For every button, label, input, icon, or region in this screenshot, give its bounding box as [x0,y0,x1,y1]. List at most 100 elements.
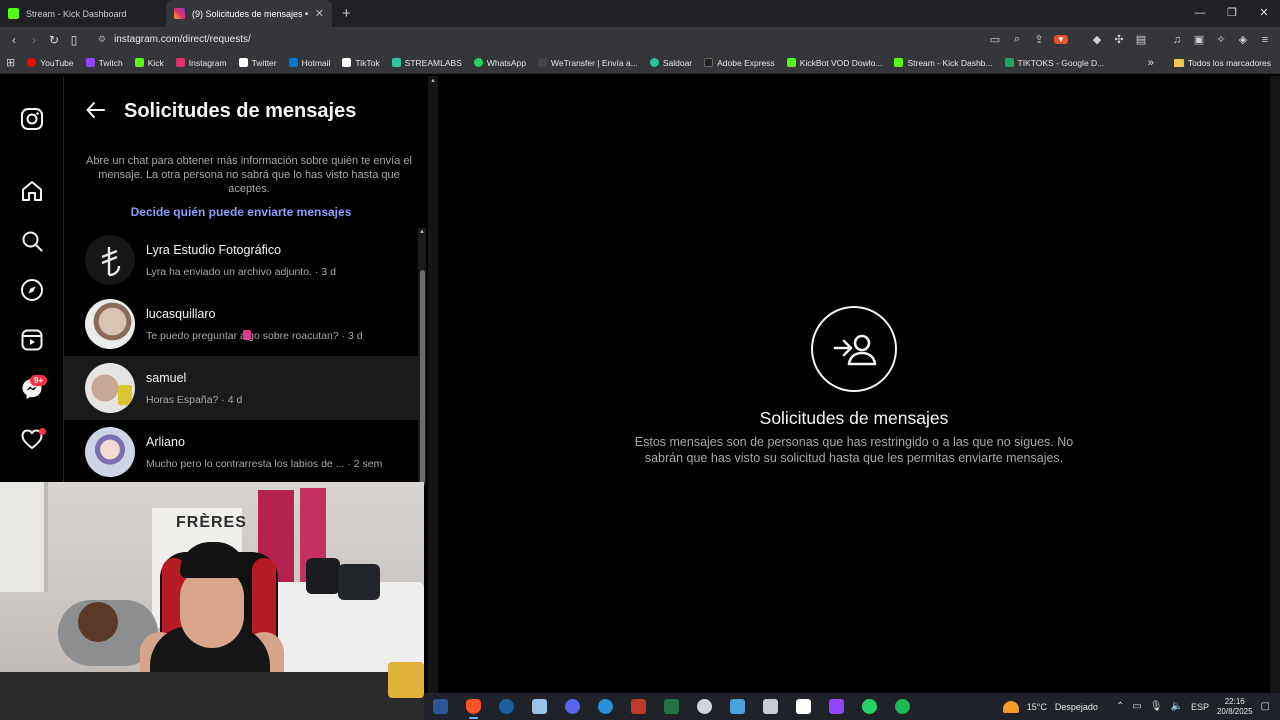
sidebar-icon[interactable]: ▤ [1134,33,1148,46]
taskbar-excel-icon[interactable] [655,693,688,720]
tab-instagram-requests[interactable]: (9) Solicitudes de mensajes • Ch ✕ [166,0,332,27]
taskbar-whatsapp-icon[interactable] [853,693,886,720]
site-settings-icon[interactable]: ⚙ [98,34,106,45]
webcam-desk [0,672,424,720]
scroll-up-icon[interactable]: ▲ [430,78,436,84]
microphone-icon[interactable]: 🎙 [1150,701,1163,712]
media-icon[interactable]: ♫ [1170,34,1184,46]
extensions-puzzle-icon[interactable]: ✣ [1112,33,1126,46]
notifications-icon[interactable]: ▢ [1261,701,1270,712]
bookmark-whatsapp[interactable]: WhatsApp [473,58,526,68]
bookmark-adobe-express[interactable]: Adobe Express [704,58,775,68]
minimize-icon[interactable]: — [1184,0,1216,27]
back-arrow-icon[interactable]: ‹ [4,33,24,47]
bookmark-youtube[interactable]: YouTube [27,58,74,68]
bookmark-tiktok[interactable]: TikTok [342,58,380,68]
network-icon[interactable]: ▭ [1132,701,1141,712]
steam-icon [499,699,514,714]
reels-icon[interactable] [20,328,44,352]
bookmark-instagram[interactable]: Instagram [175,58,227,68]
tab-title: Stream - Kick Dashboard [26,8,127,19]
taskbar-discord-icon[interactable] [556,693,589,720]
bookmark-wetransfer[interactable]: WeTransfer | Envía a... [538,58,638,68]
cast-icon[interactable]: ▭ [988,33,1002,46]
taskbar-app-icon[interactable] [688,693,721,720]
webcam-pillow [306,558,340,594]
instagram-logo-icon[interactable] [20,107,44,131]
chevron-up-icon[interactable]: ⌃ [1116,701,1124,712]
menu-icon[interactable]: ≡ [1258,34,1272,46]
bookmark-twitch[interactable]: Twitch [85,58,123,68]
restore-icon[interactable]: ❐ [1216,0,1248,27]
close-window-icon[interactable]: ✕ [1248,0,1280,27]
page-title: Solicitudes de mensajes [124,100,357,122]
close-tab-icon[interactable]: ✕ [315,7,324,20]
new-tab-button[interactable]: + [342,5,351,22]
bookmark-kick-dashboard[interactable]: Stream - Kick Dashb... [894,58,993,68]
list-item[interactable]: lucasquillaro Te puedo preguntar algo so… [64,292,418,356]
reload-icon[interactable]: ↻ [44,33,64,47]
temperature[interactable]: 15°C [1027,702,1047,712]
taskbar-word-icon[interactable] [424,693,457,720]
taskbar-notes-icon[interactable] [523,693,556,720]
search-icon[interactable] [20,229,44,253]
kick-icon [134,58,144,67]
more-bookmarks-icon[interactable]: » [1148,57,1154,69]
kick-icon [894,58,904,67]
taskbar-capcut-icon[interactable] [589,693,622,720]
list-item[interactable]: Lyra Estudio Fotográfico Lyra ha enviado… [64,228,418,292]
explore-compass-icon[interactable] [20,278,44,302]
bookmark-icon[interactable]: ▯ [64,33,84,47]
bookmark-saldoar[interactable]: Saldoar [649,58,692,68]
taskbar-spotify-icon[interactable] [886,693,919,720]
bookmark-kick[interactable]: Kick [134,58,164,68]
webcam-overlay: FRÈRES [0,482,424,720]
brave-shields-icon[interactable]: ▼ [1054,35,1068,44]
request-name: samuel [146,370,187,385]
home-icon[interactable] [20,179,44,203]
taskbar-capcut-editor-icon[interactable] [787,693,820,720]
scroll-up-icon[interactable]: ▲ [419,229,425,235]
url-field[interactable]: ⚙ instagram.com/direct/requests/ [90,30,990,50]
taskbar-steam-icon[interactable] [490,693,523,720]
bookmark-hotmail[interactable]: Hotmail [288,58,330,68]
weather-text[interactable]: Despejado [1055,702,1098,712]
taskbar-voicemeeter-icon[interactable] [622,693,655,720]
kick-favicon-icon [8,8,19,19]
wallet-icon[interactable]: ▣ [1192,33,1206,46]
list-item[interactable]: samuel Horas España? · 4 d [64,356,418,420]
saldoar-icon [649,58,659,67]
taskbar-files-icon[interactable] [754,693,787,720]
extension-icon[interactable]: ◆ [1090,33,1104,46]
apps-grid-icon[interactable]: ⊞ [6,56,15,69]
leo-ai-icon[interactable]: ✧ [1214,33,1228,46]
vpn-icon[interactable]: ◈ [1236,33,1250,46]
bookmark-streamlabs[interactable]: STREAMLABS [391,58,462,68]
webcam-person-face [180,568,244,648]
share-icon[interactable]: ⇪ [1032,33,1046,46]
volume-icon[interactable]: 🔈 [1170,701,1182,712]
avatar [85,363,135,413]
forward-arrow-icon[interactable]: › [24,33,44,47]
all-bookmarks-folder[interactable]: Todos los marcadores [1173,58,1271,68]
back-arrow-icon[interactable] [84,98,108,122]
list-item[interactable]: Arliano Mucho pero lo contrarresta los l… [64,420,418,484]
taskbar-twitch-studio-icon[interactable] [820,693,853,720]
bookmark-tiktoks-drive[interactable]: TIKTOKS - Google D... [1004,58,1104,68]
right-scrollbar[interactable] [1270,76,1280,698]
tab-kick-dashboard[interactable]: Stream - Kick Dashboard [0,0,166,27]
bookmark-kickbot[interactable]: KickBot VOD Dowlo... [786,58,882,68]
language-indicator[interactable]: ESP [1191,702,1209,712]
requests-circle [811,306,897,392]
clock-date: 20/8/2025 [1216,706,1253,716]
whatsapp-icon [473,58,483,67]
message-controls-link[interactable]: Decide quién puede enviarte mensajes [64,205,418,219]
taskbar-monitor-icon[interactable] [721,693,754,720]
zoom-icon[interactable]: ⌕ [1010,33,1024,46]
list-scrollbar-thumb[interactable] [420,270,425,484]
bookmark-twitter[interactable]: Twitter [238,58,277,68]
instagram-favicon-icon [174,8,185,19]
taskbar-brave-icon[interactable] [457,693,490,720]
page-scrollbar[interactable]: ▲ [428,76,438,698]
clock[interactable]: 22:16 20/8/2025 [1217,697,1253,717]
